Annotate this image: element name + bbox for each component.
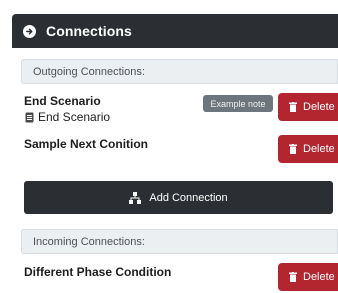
delete-button[interactable]: Delete <box>278 263 338 291</box>
panel-title: Connections <box>46 23 132 39</box>
connection-target: End Scenario <box>25 110 110 124</box>
trash-icon <box>289 272 297 282</box>
sitemap-icon <box>129 191 142 204</box>
trash-icon <box>289 144 297 154</box>
delete-label: Delete <box>303 271 335 283</box>
connections-panel: Connections Outgoing Connections: End Sc… <box>0 0 338 293</box>
panel-header: Connections <box>12 14 338 48</box>
trash-icon <box>289 102 297 112</box>
connection-title: End Scenario <box>24 94 101 108</box>
add-connection-button[interactable]: Add Connection <box>24 181 333 214</box>
document-icon <box>25 112 34 123</box>
connection-title: Different Phase Condition <box>24 265 172 279</box>
incoming-connections-header: Incoming Connections: <box>21 229 338 254</box>
delete-button[interactable]: Delete <box>278 135 338 163</box>
add-connection-label: Add Connection <box>149 191 228 204</box>
delete-button[interactable]: Delete <box>278 93 338 121</box>
outgoing-connections-header: Outgoing Connections: <box>21 59 338 84</box>
delete-label: Delete <box>303 143 335 155</box>
delete-label: Delete <box>303 101 335 113</box>
connection-title: Sample Next Conition <box>24 137 149 151</box>
arrow-right-circle-icon <box>23 24 36 38</box>
connection-target-label: End Scenario <box>38 110 111 124</box>
note-badge: Example note <box>203 95 273 112</box>
